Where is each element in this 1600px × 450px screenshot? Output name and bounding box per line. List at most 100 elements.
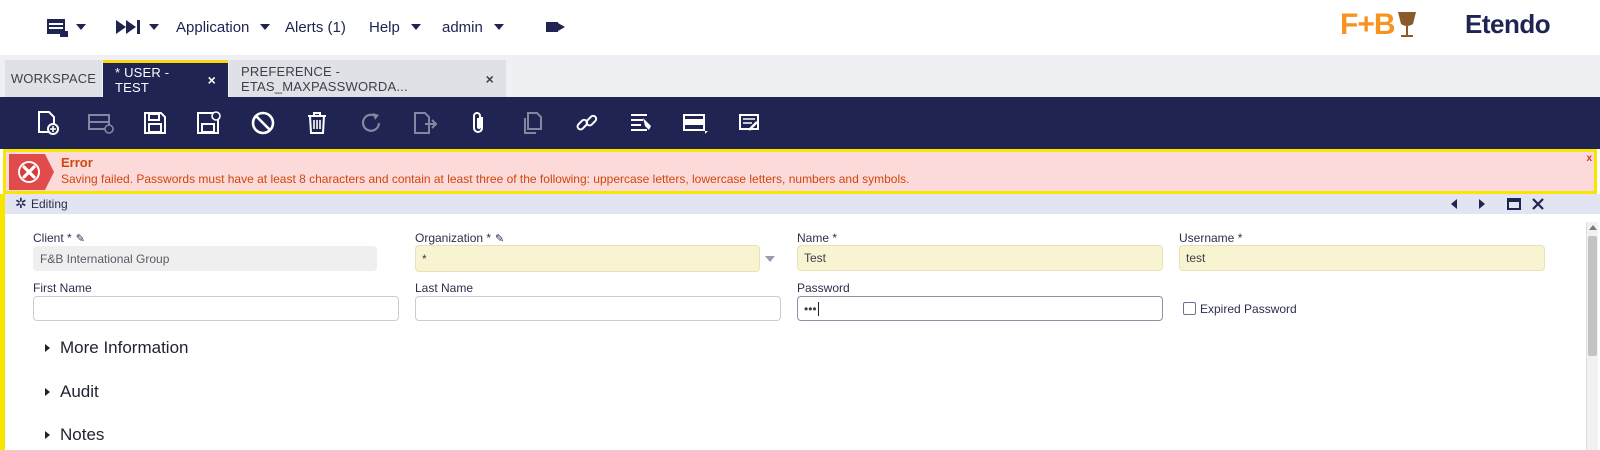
password-field[interactable]: ••• (797, 296, 1163, 321)
link-button[interactable] (573, 109, 601, 137)
cancel-button[interactable] (249, 109, 277, 137)
logout-button[interactable] (545, 14, 567, 40)
form-status-bar: ✲ Editing (5, 194, 1600, 214)
help-menu-label: Help (369, 18, 400, 36)
new-window-icon (46, 17, 68, 37)
tab-preference[interactable]: PREFERENCE - ETAS_MAXPASSWORDA... × (229, 60, 506, 97)
form-panel: ✲ Editing Client * ✎ F&B International Gr… (0, 194, 1600, 450)
save-close-button[interactable] (195, 109, 223, 137)
wrench-icon: ✎ (75, 233, 85, 245)
chevron-right-icon (45, 431, 50, 439)
password-label: Password (797, 281, 850, 295)
close-icon[interactable]: × (486, 71, 494, 87)
form-scrollbar[interactable] (1586, 222, 1598, 450)
top-navigation-bar: Application Alerts (1) Help admin F+B Et… (0, 0, 1600, 55)
new-window-button[interactable] (46, 14, 86, 40)
close-icon[interactable]: x (1586, 153, 1592, 164)
client-logo: F+B (1340, 8, 1419, 42)
section-notes[interactable]: Notes (45, 425, 104, 445)
username-label: Username * (1179, 231, 1243, 245)
client-value: F&B International Group (40, 251, 170, 266)
expired-password-checkbox[interactable] (1183, 302, 1196, 315)
last-name-label: Last Name (415, 281, 474, 295)
export-icon (414, 112, 438, 134)
section-audit[interactable]: Audit (45, 382, 99, 402)
help-menu[interactable]: Help (369, 14, 421, 40)
next-record-icon[interactable] (1477, 197, 1487, 215)
attachment-button[interactable] (465, 109, 493, 137)
logout-icon (545, 19, 567, 35)
alerts-menu[interactable]: Alerts (1) (285, 14, 346, 40)
client-label: Client * ✎ (33, 231, 85, 245)
tab-workspace[interactable]: WORKSPACE (5, 60, 102, 97)
editing-icon: ✲ (15, 195, 27, 211)
chevron-down-icon (76, 24, 86, 30)
new-document-icon (38, 111, 59, 135)
scroll-thumb[interactable] (1588, 236, 1597, 356)
error-text: Saving failed. Passwords must have at le… (61, 172, 910, 186)
organization-label: Organization * ✎ (415, 231, 504, 245)
cancel-icon (251, 111, 275, 135)
alerts-menu-label: Alerts (1) (285, 18, 346, 36)
notes-icon (739, 114, 759, 131)
previous-record-icon[interactable] (1449, 197, 1459, 215)
name-value: Test (804, 251, 827, 265)
application-menu[interactable]: Application (176, 14, 271, 40)
grid-view-button[interactable] (681, 109, 709, 137)
chevron-right-icon (45, 344, 50, 352)
client-label-text: Client * (33, 231, 72, 245)
close-icon[interactable]: × (208, 72, 216, 88)
delete-button[interactable] (303, 109, 331, 137)
organization-value: * (422, 251, 427, 266)
user-menu-label: admin (442, 18, 483, 36)
quick-launch-icon (115, 18, 141, 36)
username-value: test (1186, 251, 1206, 265)
refresh-button[interactable] (357, 109, 385, 137)
link-icon (576, 114, 598, 131)
quick-launch-button[interactable] (115, 14, 159, 40)
error-icon (9, 154, 54, 190)
chevron-down-icon (260, 24, 271, 30)
tab-bar: WORKSPACE * USER - TEST × PREFERENCE - E… (0, 55, 1600, 97)
close-form-icon[interactable] (1532, 197, 1544, 215)
password-value: ••• (804, 301, 817, 316)
refresh-icon (361, 113, 381, 132)
save-button[interactable] (141, 109, 169, 137)
notes-button[interactable] (735, 109, 763, 137)
user-menu[interactable]: admin (442, 14, 504, 40)
save-close-icon (197, 111, 221, 134)
delete-icon (308, 112, 326, 134)
chevron-right-icon (45, 388, 50, 396)
new-document-button[interactable] (33, 109, 61, 137)
clone-button[interactable] (519, 109, 547, 137)
form-status-label: Editing (31, 197, 68, 211)
section-more-information[interactable]: More Information (45, 338, 189, 358)
chevron-down-icon (149, 24, 159, 30)
tab-label: * USER - TEST (115, 65, 170, 95)
chevron-down-icon (410, 24, 421, 30)
section-label: More Information (60, 338, 189, 357)
export-button[interactable] (411, 109, 439, 137)
organization-label-text: Organization * (415, 231, 492, 245)
last-name-field[interactable] (415, 296, 781, 321)
new-row-button[interactable] (87, 109, 115, 137)
text-cursor (817, 301, 819, 316)
client-field: F&B International Group (33, 246, 377, 271)
filter-button[interactable] (627, 109, 655, 137)
tab-user-test[interactable]: * USER - TEST × (103, 60, 228, 97)
etendo-logo: Etendo (1465, 9, 1551, 39)
maximize-icon[interactable] (1507, 197, 1521, 215)
username-field[interactable]: test (1179, 245, 1545, 271)
first-name-field[interactable] (33, 296, 399, 321)
form-toolbar (0, 97, 1600, 149)
name-field[interactable]: Test (797, 245, 1163, 271)
attachment-icon (473, 112, 483, 133)
chevron-down-icon (493, 24, 504, 30)
grid-view-icon (683, 114, 708, 134)
chevron-down-icon[interactable] (765, 256, 775, 262)
wrench-icon: ✎ (495, 233, 505, 245)
scroll-up-icon[interactable] (1589, 225, 1597, 230)
error-message-bar: Error Saving failed. Passwords must have… (3, 149, 1597, 194)
organization-select[interactable]: * (415, 245, 760, 272)
client-logo-text: F+B (1340, 8, 1396, 41)
